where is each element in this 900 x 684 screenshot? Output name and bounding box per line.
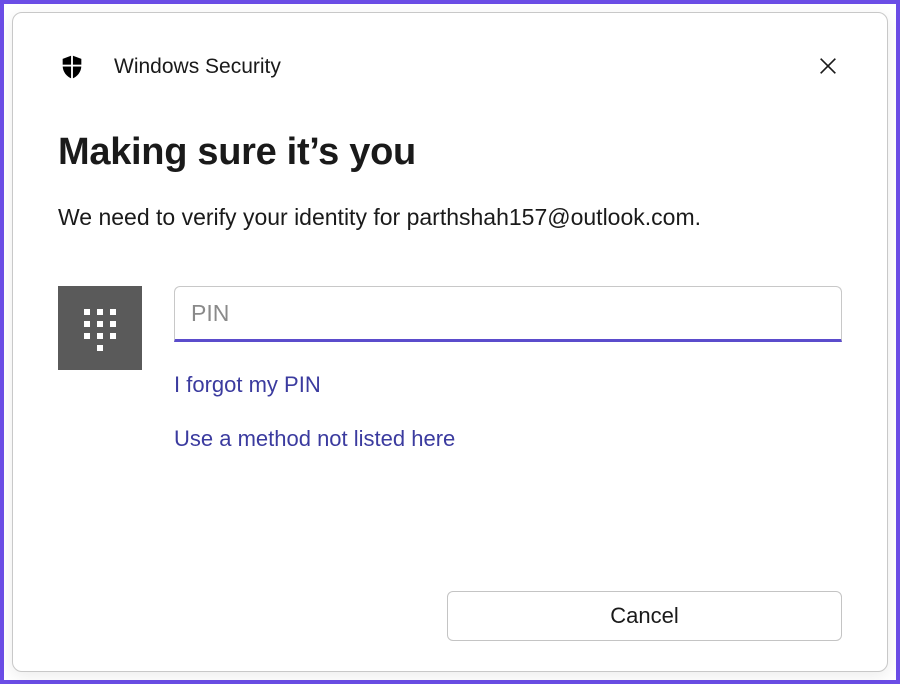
keypad-icon (58, 286, 142, 370)
other-method-link[interactable]: Use a method not listed here (174, 426, 455, 452)
close-button[interactable] (814, 53, 842, 81)
windows-security-dialog: Windows Security Making sure it’s you We… (12, 12, 888, 672)
dialog-header: Windows Security (58, 53, 842, 81)
forgot-pin-link[interactable]: I forgot my PIN (174, 372, 321, 398)
dialog-heading: Making sure it’s you (58, 131, 842, 174)
pin-section: I forgot my PIN Use a method not listed … (58, 286, 842, 452)
close-icon (817, 55, 839, 80)
outer-frame: Windows Security Making sure it’s you We… (4, 4, 896, 680)
app-title: Windows Security (114, 55, 281, 79)
dialog-subtext: We need to verify your identity for part… (58, 204, 842, 231)
shield-icon (58, 53, 86, 81)
cancel-button[interactable]: Cancel (447, 591, 842, 641)
pin-column: I forgot my PIN Use a method not listed … (174, 286, 842, 452)
pin-input[interactable] (174, 286, 842, 342)
